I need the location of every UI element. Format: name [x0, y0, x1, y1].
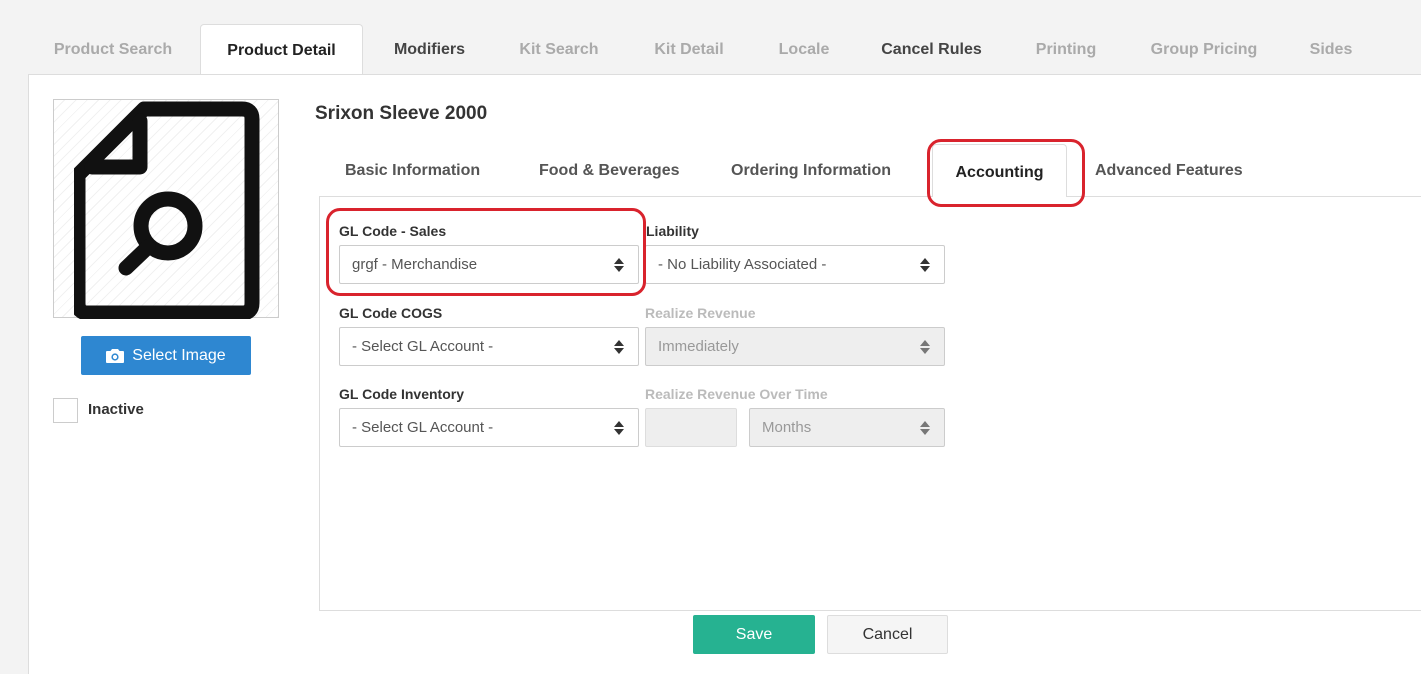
- liability-label: Liability: [646, 223, 699, 239]
- gl-cogs-label: GL Code COGS: [339, 305, 443, 321]
- select-image-button[interactable]: Select Image: [81, 336, 251, 375]
- tab-group-pricing[interactable]: Group Pricing: [1138, 24, 1270, 75]
- select-arrows-icon: [920, 339, 930, 355]
- gl-inventory-label: GL Code Inventory: [339, 386, 464, 402]
- realize-over-time-input: [645, 408, 737, 447]
- tab-locale[interactable]: Locale: [765, 24, 843, 75]
- select-arrows-icon: [920, 420, 930, 436]
- select-arrows-icon: [920, 257, 930, 273]
- inactive-label: Inactive: [88, 401, 144, 418]
- realize-over-time-unit-value: Months: [762, 419, 812, 436]
- gl-sales-label: GL Code - Sales: [339, 223, 447, 239]
- product-image-placeholder: [53, 99, 279, 319]
- gl-sales-value: grgf - Merchandise: [352, 256, 478, 273]
- tab-kit-detail[interactable]: Kit Detail: [638, 24, 740, 75]
- realize-revenue-label: Realize Revenue: [645, 305, 756, 321]
- cancel-button[interactable]: Cancel: [827, 615, 948, 654]
- product-title: Srixon Sleeve 2000: [315, 103, 488, 124]
- tab-product-search[interactable]: Product Search: [28, 24, 198, 75]
- gl-inventory-value: - Select GL Account -: [352, 419, 494, 436]
- tab-accounting[interactable]: Accounting: [932, 144, 1067, 197]
- top-tab-bar: Product Search Product Detail Modifiers …: [28, 0, 1421, 76]
- realize-revenue-value: Immediately: [658, 338, 739, 355]
- gl-inventory-select[interactable]: - Select GL Account -: [339, 408, 639, 447]
- gl-sales-select[interactable]: grgf - Merchandise: [339, 245, 639, 284]
- save-button[interactable]: Save: [693, 615, 815, 654]
- tab-basic-information[interactable]: Basic Information: [345, 162, 480, 180]
- document-search-icon: [74, 101, 260, 319]
- tab-food-beverages[interactable]: Food & Beverages: [539, 162, 679, 180]
- realize-revenue-select: Immediately: [645, 327, 945, 366]
- gl-cogs-value: - Select GL Account -: [352, 338, 494, 355]
- tab-advanced-features[interactable]: Advanced Features: [1095, 162, 1243, 180]
- select-image-label: Select Image: [132, 346, 226, 364]
- select-arrows-icon: [614, 420, 624, 436]
- camera-icon: [106, 349, 125, 363]
- liability-select[interactable]: - No Liability Associated -: [645, 245, 945, 284]
- realize-over-time-label: Realize Revenue Over Time: [645, 386, 828, 402]
- gl-cogs-select[interactable]: - Select GL Account -: [339, 327, 639, 366]
- inactive-checkbox[interactable]: [53, 398, 78, 423]
- tab-ordering-information[interactable]: Ordering Information: [731, 162, 891, 180]
- tab-sides[interactable]: Sides: [1298, 24, 1364, 75]
- select-arrows-icon: [614, 257, 624, 273]
- tab-product-detail[interactable]: Product Detail: [200, 24, 363, 76]
- tab-modifiers[interactable]: Modifiers: [373, 24, 486, 75]
- select-arrows-icon: [614, 339, 624, 355]
- liability-value: - No Liability Associated -: [658, 256, 827, 273]
- tab-cancel-rules[interactable]: Cancel Rules: [868, 24, 995, 75]
- tab-kit-search[interactable]: Kit Search: [506, 24, 612, 75]
- realize-over-time-unit-select: Months: [749, 408, 945, 447]
- tab-printing[interactable]: Printing: [1022, 24, 1110, 75]
